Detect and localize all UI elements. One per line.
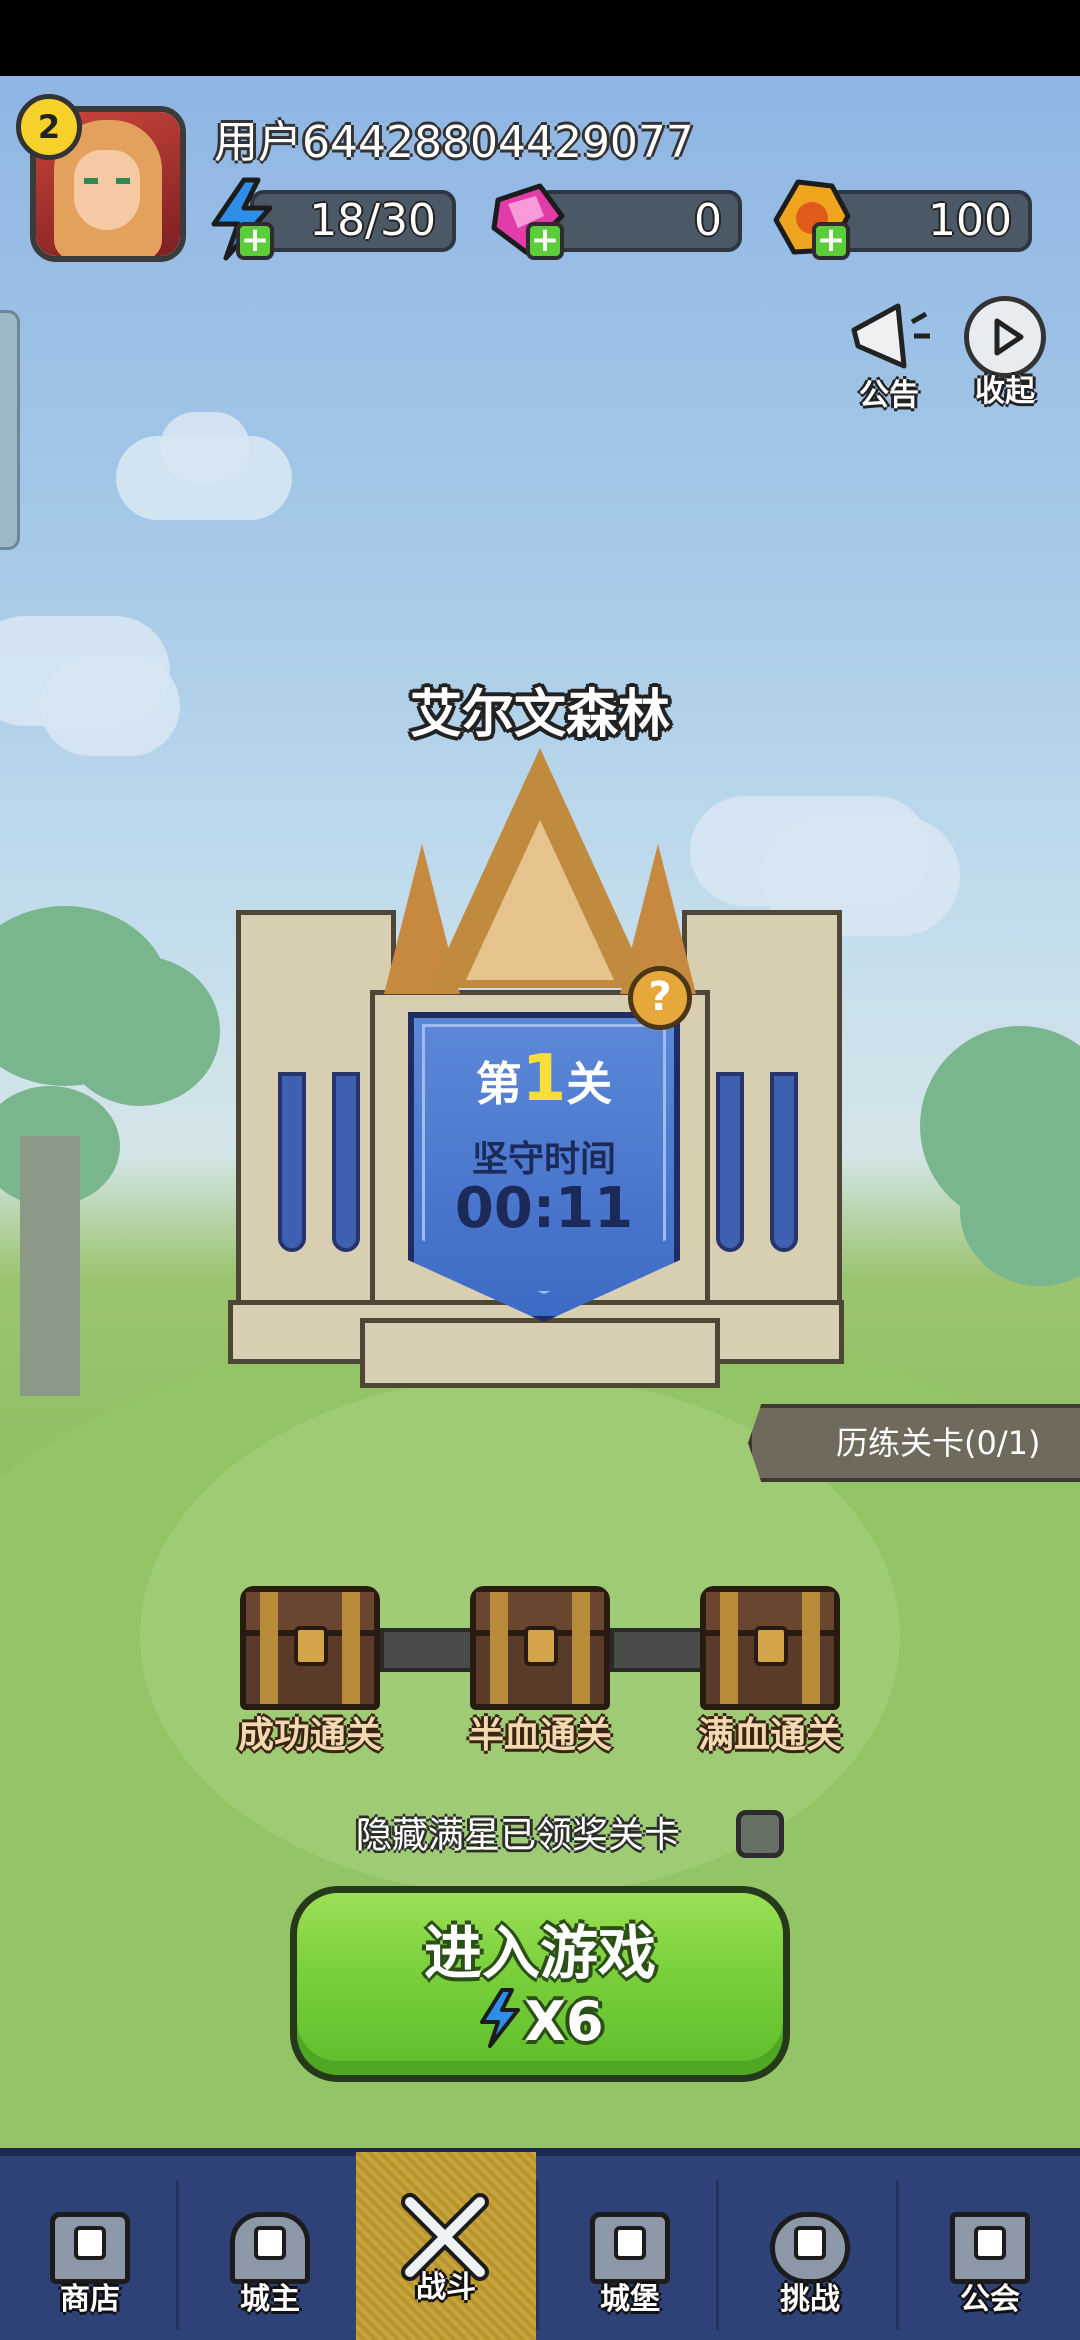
defend-time-value: 00:11 [454,1176,634,1241]
avatar-eye [116,178,130,184]
chest-half-hp-clear[interactable] [470,1586,610,1710]
megaphone-icon [851,303,930,369]
level-number: 1 [521,1042,567,1116]
help-button[interactable]: ? [628,966,692,1030]
chest-lock-icon [524,1626,558,1666]
chest-band [572,1592,590,1704]
lock-icon [74,2226,106,2260]
side-drawer-tab[interactable] [0,310,20,550]
nav-shop[interactable]: 商店 [0,2152,180,2340]
chest-band [720,1592,738,1704]
hide-completed-label: 隐藏满星已领奖关卡 [356,1815,681,1856]
nav-label: 商店 [60,2282,120,2317]
nav-label: 公会 [960,2282,1020,2317]
lock-icon [614,2226,646,2260]
collapse-button[interactable]: 收起 [960,296,1050,409]
castle-flag [278,1072,306,1252]
chest-connector [610,1628,714,1672]
username: 用户64428804429077 [214,117,694,168]
castle-roof-inner [466,820,614,980]
avatar-face [74,150,140,230]
energy-icon [480,1988,521,2048]
enter-game-label: 进入游戏 [423,1919,656,1987]
lock-icon [974,2226,1006,2260]
lock-icon [254,2226,286,2260]
chest-band [802,1592,820,1704]
nav-castle[interactable]: 城堡 [540,2152,720,2340]
chest-label: 满血通关 [697,1715,842,1756]
nav-divider [176,2180,179,2330]
trial-stages-tab[interactable]: 历练关卡(0/1) [748,1404,1080,1482]
hide-completed-checkbox[interactable] [736,1810,784,1858]
stage-name: 艾尔文森林 [409,685,670,745]
chest-label: 半血通关 [467,1715,612,1756]
level-prefix: 第 [475,1057,522,1111]
nav-label: 挑战 [780,2282,840,2317]
nav-divider [536,2180,539,2330]
tree-trunk [20,1136,80,1396]
castle-flag [716,1072,744,1252]
nav-label: 城堡 [600,2282,660,2317]
nav-divider [896,2180,899,2330]
nav-lord[interactable]: 城主 [180,2152,360,2340]
level-suffix: 关 [566,1057,613,1111]
chest-connector [380,1628,484,1672]
nav-label: 战斗 [416,2270,476,2305]
chest-band [260,1592,278,1704]
chest-label: 成功通关 [237,1715,382,1756]
cloud [160,412,250,482]
gold-counter: 100 [826,190,1032,252]
add-energy-button[interactable]: + [236,222,274,260]
castle-flag [770,1072,798,1252]
defend-time-label: 坚守时间 [471,1139,616,1180]
announcement-button[interactable]: 公告 [844,296,934,413]
nav-guild[interactable]: 公会 [900,2152,1080,2340]
status-bar [0,0,1080,76]
nav-challenge[interactable]: 挑战 [720,2152,900,2340]
level-title: 第1关 [408,1042,680,1116]
player-level-badge: 2 [16,94,82,160]
chest-full-hp-clear[interactable] [700,1586,840,1710]
add-gem-button[interactable]: + [526,222,564,260]
chest-lock-icon [294,1626,328,1666]
tree [60,956,220,1106]
enter-cost-value: X6 [524,1990,604,2053]
trial-stages-label: 历练关卡(0/1) [836,1424,1041,1462]
chest-lock-icon [754,1626,788,1666]
chest-success-clear[interactable] [240,1586,380,1710]
nav-battle[interactable]: 战斗 [356,2152,536,2340]
add-gold-button[interactable]: + [812,222,850,260]
enter-game-cost: X6 [290,1988,790,2053]
avatar-eye [84,178,98,184]
castle-steps [360,1318,720,1388]
lock-icon [794,2226,826,2260]
castle-flag [332,1072,360,1252]
nav-divider [716,2180,719,2330]
chest-band [342,1592,360,1704]
chest-band [490,1592,508,1704]
nav-label: 城主 [240,2282,300,2317]
